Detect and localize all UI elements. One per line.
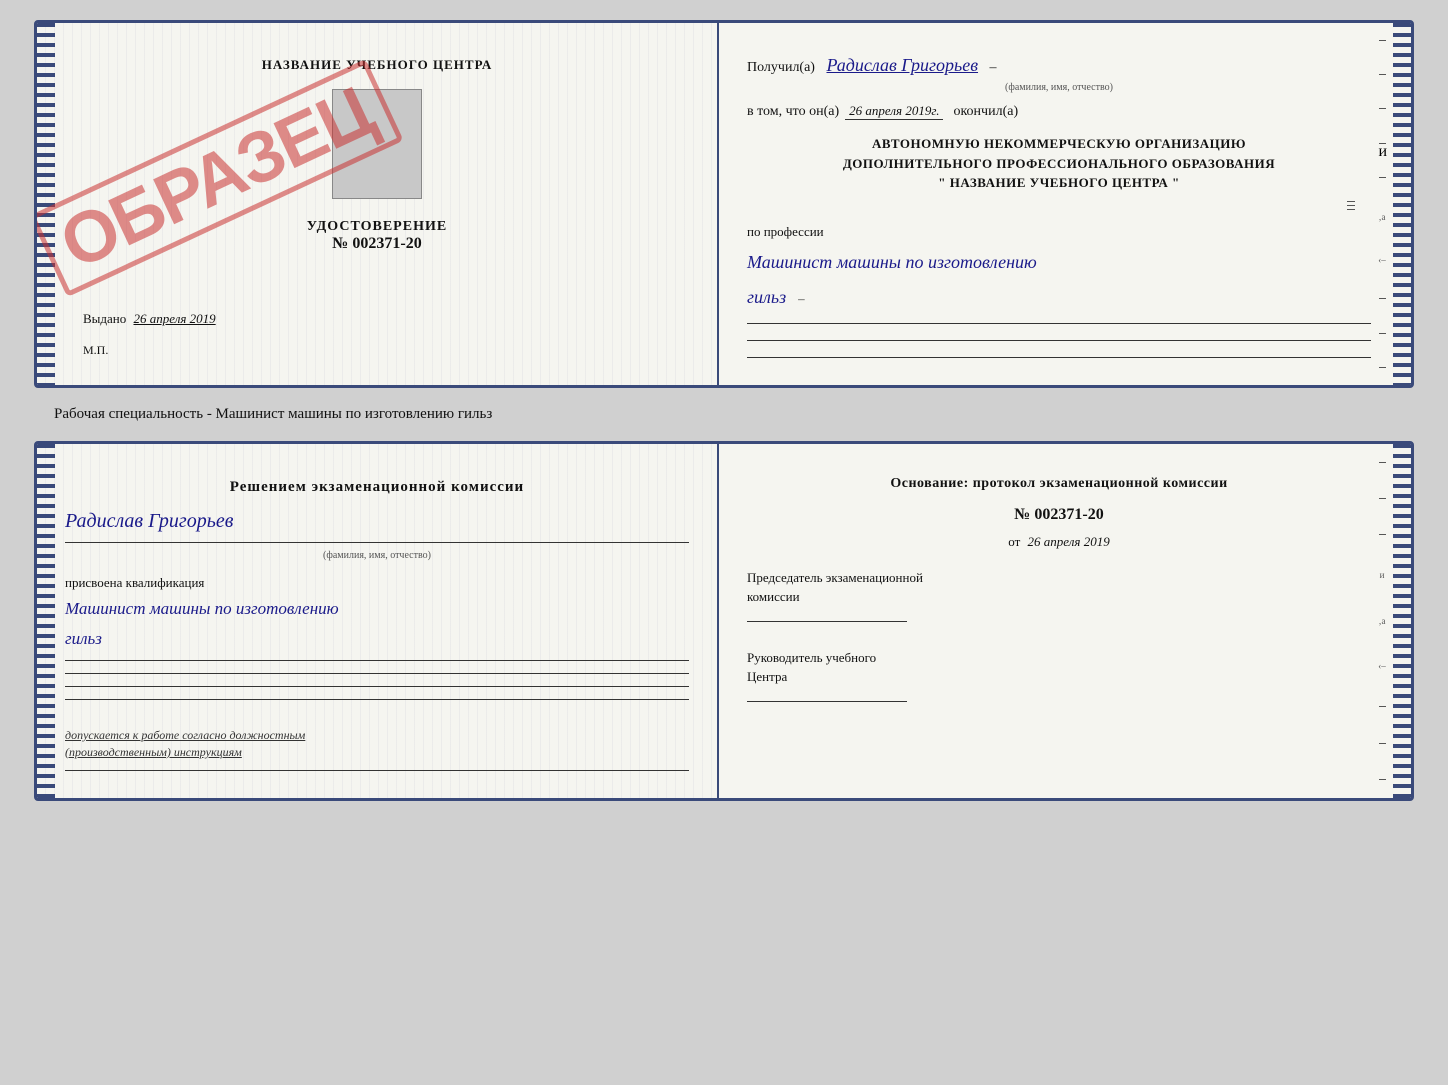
side-dash (1347, 205, 1355, 206)
basis-title: Основание: протокол экзаменационной коми… (747, 476, 1371, 492)
profession-value1: Машинист машины по изготовлению (747, 250, 1371, 275)
q-underline-3 (65, 686, 689, 687)
v-label-i: и (1380, 570, 1385, 580)
stamp-overlay: ОБРАЗЕЦ (87, 78, 347, 278)
qualification-label: присвоена квалификация (65, 575, 689, 591)
chairman-sign-line (747, 621, 907, 622)
admit-text: допускается к работе согласно должностны… (65, 727, 689, 761)
v-dash (1379, 462, 1386, 463)
head-label: Руководитель учебного Центра (747, 648, 1371, 687)
top-document-card: НАЗВАНИЕ УЧЕБНОГО ЦЕНТРА ОБРАЗЕЦ УДОСТОВ… (34, 20, 1414, 388)
underline-1 (747, 323, 1371, 324)
sign-name: Радислав Григорьев (65, 510, 689, 533)
bottom-right-panel: Основание: протокол экзаменационной коми… (719, 444, 1411, 798)
bottom-left-panel: Решением экзаменационной комиссии Радисл… (37, 444, 719, 798)
from-date-prefix: от (1008, 534, 1020, 549)
v-dash (1379, 743, 1386, 744)
v-dash: и (1379, 143, 1386, 144)
mp-label: М.П. (65, 343, 108, 358)
v-dash (1379, 74, 1386, 75)
admit-underline (65, 770, 689, 771)
received-name: Радислав Григорьев (826, 55, 978, 75)
org-block: АВТОНОМНУЮ НЕКОММЕРЧЕСКУЮ ОРГАНИЗАЦИЮ ДО… (747, 134, 1371, 193)
org-line3: " НАЗВАНИЕ УЧЕБНОГО ЦЕНТРА " (747, 173, 1371, 193)
date-prefix: в том, что он(а) (747, 104, 839, 120)
chairman-label: Председатель экзаменационной комиссии (747, 568, 1371, 607)
profession-value2: гильз (747, 285, 786, 310)
date-row: в том, что он(а) 26 апреля 2019г. окончи… (747, 103, 1371, 120)
sign-sub: (фамилия, имя, отчество) (65, 550, 689, 561)
v-dash (1379, 498, 1386, 499)
qualification-value2: гильз (65, 627, 689, 651)
v-dash (1379, 779, 1386, 780)
issue-date: 26 апреля 2019 (134, 311, 216, 326)
issue-label: Выдано (83, 311, 126, 326)
side-dash (1347, 201, 1355, 202)
caption-text: Рабочая специальность - Машинист машины … (54, 406, 492, 423)
v-dash (1379, 108, 1386, 109)
cert-title: НАЗВАНИЕ УЧЕБНОГО ЦЕНТРА (262, 57, 493, 73)
v-dash (1379, 706, 1386, 707)
protocol-number: № 002371-20 (747, 506, 1371, 524)
v-label-k2: ‹– (1378, 661, 1386, 671)
v-dash (1379, 534, 1386, 535)
v-label-a: ‚а (1379, 212, 1386, 222)
issue-date-row: Выдано 26 апреля 2019 (65, 311, 216, 327)
date-suffix: окончил(а) (953, 104, 1018, 120)
sign-underline (65, 542, 689, 543)
name-sublabel: (фамилия, имя, отчество) (747, 82, 1371, 93)
v-dash (1379, 367, 1386, 368)
from-date-value: 26 апреля 2019 (1028, 534, 1110, 549)
received-label: Получил(а) (747, 60, 815, 75)
from-date-row: от 26 апреля 2019 (747, 534, 1371, 550)
v-dash (1379, 333, 1386, 334)
head-sign-line (747, 701, 907, 702)
profession-label: по профессии (747, 224, 1371, 240)
bottom-document-card: Решением экзаменационной комиссии Радисл… (34, 441, 1414, 801)
v-dash (1379, 40, 1386, 41)
org-line1: АВТОНОМНУЮ НЕКОММЕРЧЕСКУЮ ОРГАНИЗАЦИЮ (747, 134, 1371, 154)
v-dash (1379, 177, 1386, 178)
q-underline-1 (65, 660, 689, 661)
side-dash (1347, 209, 1355, 210)
top-right-panel: Получил(а) Радислав Григорьев – (фамилия… (719, 23, 1411, 385)
underline-2 (747, 340, 1371, 341)
v-label-a2: ‚а (1379, 616, 1386, 626)
admit-text-content: допускается к работе согласно должностны… (65, 728, 305, 759)
received-row: Получил(а) Радислав Григорьев – (747, 55, 1371, 76)
dash-separator: – (990, 60, 997, 75)
v-dash (1379, 298, 1386, 299)
org-line2: ДОПОЛНИТЕЛЬНОГО ПРОФЕССИОНАЛЬНОГО ОБРАЗО… (747, 154, 1371, 174)
underline-3 (747, 357, 1371, 358)
q-underline-2 (65, 673, 689, 674)
commission-title: Решением экзаменационной комиссии (65, 476, 689, 499)
top-left-panel: НАЗВАНИЕ УЧЕБНОГО ЦЕНТРА ОБРАЗЕЦ УДОСТОВ… (37, 23, 719, 385)
date-value: 26 апреля 2019г. (845, 103, 943, 120)
v-label-k: ‹– (1378, 255, 1386, 265)
qualification-value1: Машинист машины по изготовлению (65, 597, 689, 621)
q-underline-4 (65, 699, 689, 700)
